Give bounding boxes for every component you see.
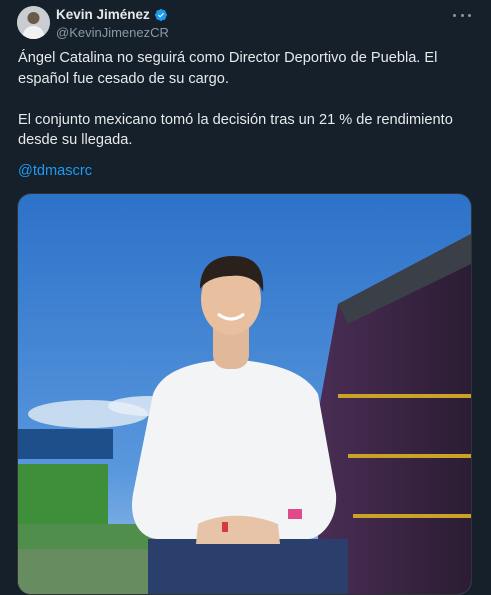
more-dots-icon[interactable] (453, 8, 471, 22)
tweet-photo[interactable] (17, 193, 472, 595)
photo-man-in-stadium (18, 194, 471, 594)
tweet-header: Kevin Jiménez @KevinJimenezCR (56, 6, 471, 42)
verified-badge-icon (154, 8, 167, 21)
author-name[interactable]: Kevin Jiménez (56, 7, 150, 22)
mention-link[interactable]: @tdmascrc (18, 163, 92, 179)
author-avatar[interactable] (17, 6, 50, 39)
tweet: Kevin Jiménez @KevinJimenezCR Ángel Cata… (0, 0, 491, 595)
avatar-photo (17, 6, 50, 39)
author-name-row: Kevin Jiménez (56, 6, 471, 23)
tweet-text: Ángel Catalina no seguirá como Director … (18, 50, 453, 148)
author-handle[interactable]: @KevinJimenezCR (56, 25, 471, 40)
